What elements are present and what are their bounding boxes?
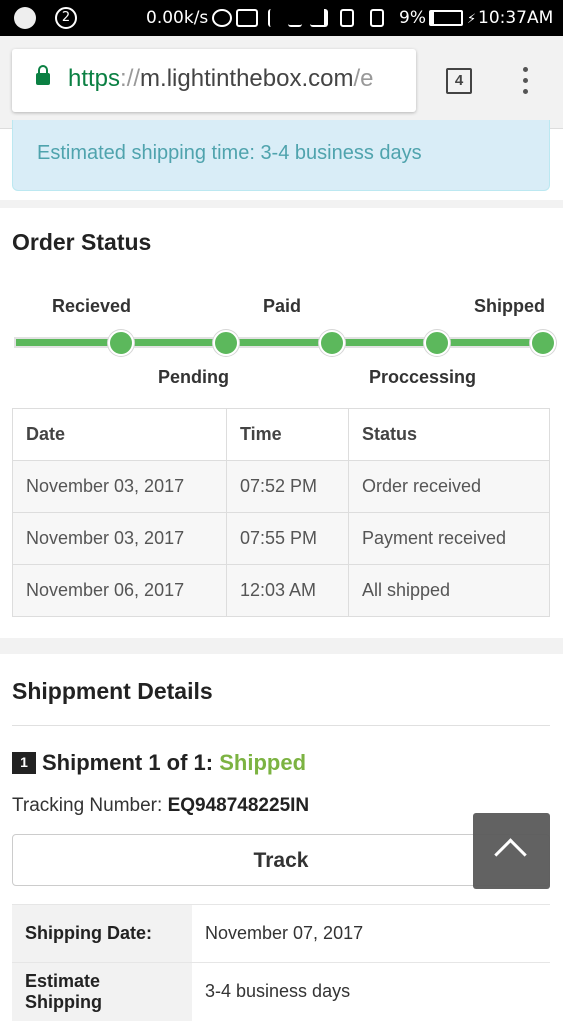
menu-dot xyxy=(523,89,528,94)
notification-count-icon: 2 xyxy=(55,7,77,29)
tracking-number-line: Tracking Number: EQ948748225IN xyxy=(12,795,309,817)
step-label-paid: Paid xyxy=(263,296,302,316)
cell-time: 12:03 AM xyxy=(226,564,349,617)
tracking-number: EQ948748225IN xyxy=(167,795,310,816)
alarm-icon xyxy=(212,9,232,27)
hd-icon xyxy=(236,9,258,27)
shipment-title: Shipment 1 of 1: Shipped xyxy=(42,750,306,776)
battery-percent: 9% xyxy=(399,8,426,28)
step-dot-recieved xyxy=(108,330,134,356)
progress-track xyxy=(14,337,542,348)
clock: 10:37AM xyxy=(478,8,554,28)
detail-row: Estimate Shipping 3-4 business days xyxy=(12,962,550,1021)
charging-icon: ⚡ xyxy=(467,12,477,27)
table-row: November 03, 2017 07:55 PM Payment recei… xyxy=(12,512,550,565)
step-dot-paid xyxy=(319,330,345,356)
track-button[interactable]: Track xyxy=(12,834,550,886)
table-header-row: Date Time Status xyxy=(12,408,550,461)
status-bar: 2 0.00k/s 9% ⚡ 10:37AM xyxy=(0,0,563,36)
section-gap xyxy=(0,638,563,654)
table-row: November 03, 2017 07:52 PM Order receive… xyxy=(12,460,550,513)
detail-label: Shipping Date: xyxy=(12,904,192,963)
cell-status: Payment received xyxy=(348,512,550,565)
battery-level xyxy=(431,12,434,24)
shipment-title-prefix: Shipment 1 of 1: xyxy=(42,750,214,775)
url-host: m.lightinthebox.com xyxy=(140,65,354,92)
detail-label: Estimate Shipping xyxy=(12,962,192,1021)
menu-dot xyxy=(523,78,528,83)
phone-icon xyxy=(14,7,36,29)
sim1-icon xyxy=(340,9,354,27)
signal-icon xyxy=(310,9,328,27)
scroll-to-top-button[interactable] xyxy=(473,813,550,889)
cell-status: Order received xyxy=(348,460,550,513)
step-label-shipped: Shipped xyxy=(474,296,545,316)
shipment-status: Shipped xyxy=(219,750,307,775)
lte-icon xyxy=(268,9,280,27)
cell-time: 07:52 PM xyxy=(226,460,349,513)
column-header-status: Status xyxy=(348,408,550,461)
step-label-pending: Pending xyxy=(158,367,229,387)
column-header-time: Time xyxy=(226,408,349,461)
step-dot-shipped xyxy=(530,330,556,356)
shipping-time-alert: Estimated shipping time: 3-4 business da… xyxy=(12,120,550,191)
detail-row: Shipping Date: November 07, 2017 xyxy=(12,904,550,963)
step-label-proccessing: Proccessing xyxy=(369,367,477,387)
battery-icon xyxy=(429,10,463,26)
order-status-title: Order Status xyxy=(12,229,152,255)
menu-dot xyxy=(523,67,528,72)
cell-date: November 06, 2017 xyxy=(12,564,227,617)
browser-toolbar: https://m.lightinthebox.com/e 4 xyxy=(0,36,563,129)
overflow-menu-icon[interactable] xyxy=(522,67,530,97)
section-divider xyxy=(12,725,550,726)
tab-switcher-button[interactable]: 4 xyxy=(446,68,472,94)
section-gap xyxy=(0,200,563,208)
shipment-details-title: Shippment Details xyxy=(12,678,213,704)
tracking-label: Tracking Number: xyxy=(12,795,163,816)
address-bar[interactable]: https://m.lightinthebox.com/e xyxy=(12,49,416,112)
lte-icon-2 xyxy=(288,9,302,27)
lock-icon xyxy=(36,65,50,85)
shipment-number-badge: 1 xyxy=(12,752,36,774)
step-dot-pending xyxy=(213,330,239,356)
detail-value: November 07, 2017 xyxy=(192,904,550,963)
cell-date: November 03, 2017 xyxy=(12,512,227,565)
detail-value: 3-4 business days xyxy=(192,962,550,1021)
cell-date: November 03, 2017 xyxy=(12,460,227,513)
url-scheme: https xyxy=(68,65,121,92)
url-separator: :// xyxy=(120,65,141,92)
sim2-icon xyxy=(370,9,384,27)
table-row: November 06, 2017 12:03 AM All shipped xyxy=(12,564,550,617)
step-label-recieved: Recieved xyxy=(52,296,132,316)
order-history-table: Date Time Status November 03, 2017 07:52… xyxy=(12,408,550,617)
column-header-date: Date xyxy=(12,408,227,461)
url-path: /e xyxy=(353,65,374,92)
cell-status: All shipped xyxy=(348,564,550,617)
shipment-details-table: Shipping Date: November 07, 2017 Estimat… xyxy=(12,904,550,1021)
url-text[interactable]: https://m.lightinthebox.com/e xyxy=(68,65,374,93)
step-dot-proccessing xyxy=(424,330,450,356)
cell-time: 07:55 PM xyxy=(226,512,349,565)
net-speed: 0.00k/s xyxy=(146,8,209,28)
